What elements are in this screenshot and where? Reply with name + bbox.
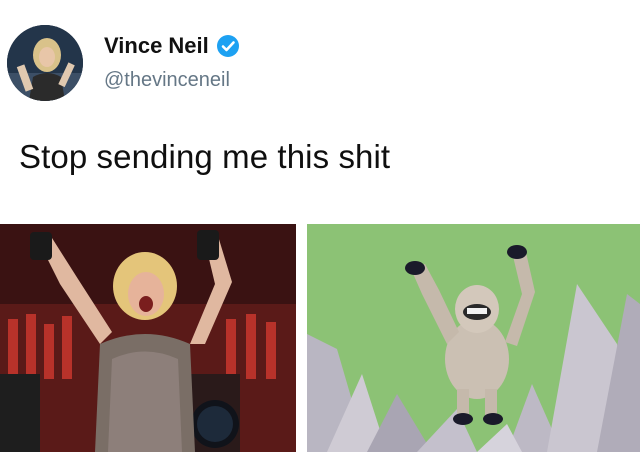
tweet-media-2[interactable] — [307, 224, 640, 452]
tweet-media-1[interactable] — [0, 224, 296, 452]
concert-photo-icon — [0, 224, 296, 452]
profile-photo-icon — [7, 25, 83, 101]
verified-badge-icon — [216, 34, 240, 58]
author-handle[interactable]: @thevinceneil — [104, 69, 230, 92]
tweet-text: Stop sending me this shit — [19, 138, 391, 175]
yeti-photo-icon — [307, 224, 640, 452]
author-name-row: Vince Neil — [104, 33, 240, 59]
author-avatar[interactable] — [7, 25, 83, 101]
author-name[interactable]: Vince Neil — [104, 33, 209, 59]
